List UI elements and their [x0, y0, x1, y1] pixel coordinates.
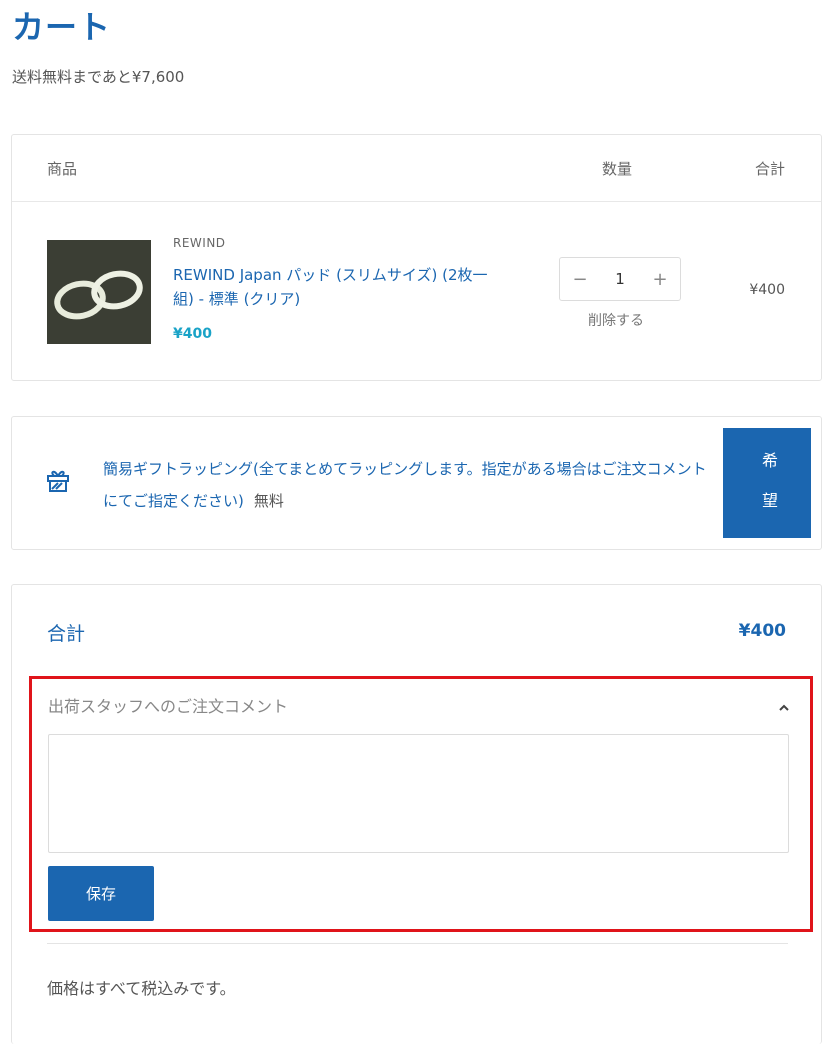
chevron-up-icon[interactable]	[778, 699, 790, 711]
order-comment-textarea[interactable]	[48, 734, 789, 853]
tax-note: 価格はすべて税込みです。	[47, 979, 236, 998]
gift-wrap-request-button[interactable]: 希望	[723, 428, 811, 538]
save-button[interactable]: 保存	[48, 866, 154, 921]
summary-total-label: 合計	[47, 623, 86, 645]
quantity-stepper: − 1 +	[559, 257, 681, 301]
product-unit-price: ¥400	[173, 326, 212, 342]
product-vendor: REWIND	[173, 236, 226, 250]
order-comment-section: 出荷スタッフへのご注文コメント 保存	[29, 676, 813, 932]
summary-total-value: ¥400	[738, 621, 786, 641]
free-shipping-notice: 送料無料まであと¥7,600	[12, 68, 185, 86]
divider	[47, 943, 788, 944]
product-image[interactable]	[47, 240, 151, 344]
gift-wrap-description: 簡易ギフトラッピング(全てまとめてラッピングします。指定がある場合はご注文コメン…	[103, 453, 711, 517]
cart-summary: 合計 ¥400 出荷スタッフへのご注文コメント 保存 価格はすべて税込みです。	[11, 584, 822, 1044]
gift-icon	[45, 467, 71, 497]
decrement-button[interactable]: −	[572, 269, 588, 290]
increment-button[interactable]: +	[652, 269, 668, 290]
cart-table: 商品 数量 合計 REWIND REWIND Japan パッド (スリムサイズ…	[11, 134, 822, 381]
gift-wrap-price: 無料	[253, 492, 284, 510]
line-total: ¥400	[749, 282, 785, 298]
header-total: 合計	[754, 160, 785, 178]
gift-wrap-option: 簡易ギフトラッピング(全てまとめてラッピングします。指定がある場合はご注文コメン…	[11, 416, 822, 550]
order-comment-label: 出荷スタッフへのご注文コメント	[48, 697, 289, 716]
gift-wrap-text: 簡易ギフトラッピング(全てまとめてラッピングします。指定がある場合はご注文コメン…	[103, 460, 707, 510]
product-title-link[interactable]: REWIND Japan パッド (スリムサイズ) (2枚一組) - 標準 (ク…	[173, 263, 493, 311]
remove-item-link[interactable]: 削除する	[588, 310, 644, 330]
cart-line-item: REWIND REWIND Japan パッド (スリムサイズ) (2枚一組) …	[12, 202, 821, 380]
quantity-value[interactable]: 1	[615, 270, 625, 288]
header-quantity: 数量	[602, 160, 633, 178]
product-rings-image	[47, 240, 151, 344]
page-title: カート	[12, 8, 112, 46]
cart-table-header: 商品 数量 合計	[12, 135, 821, 202]
header-product: 商品	[47, 160, 78, 178]
